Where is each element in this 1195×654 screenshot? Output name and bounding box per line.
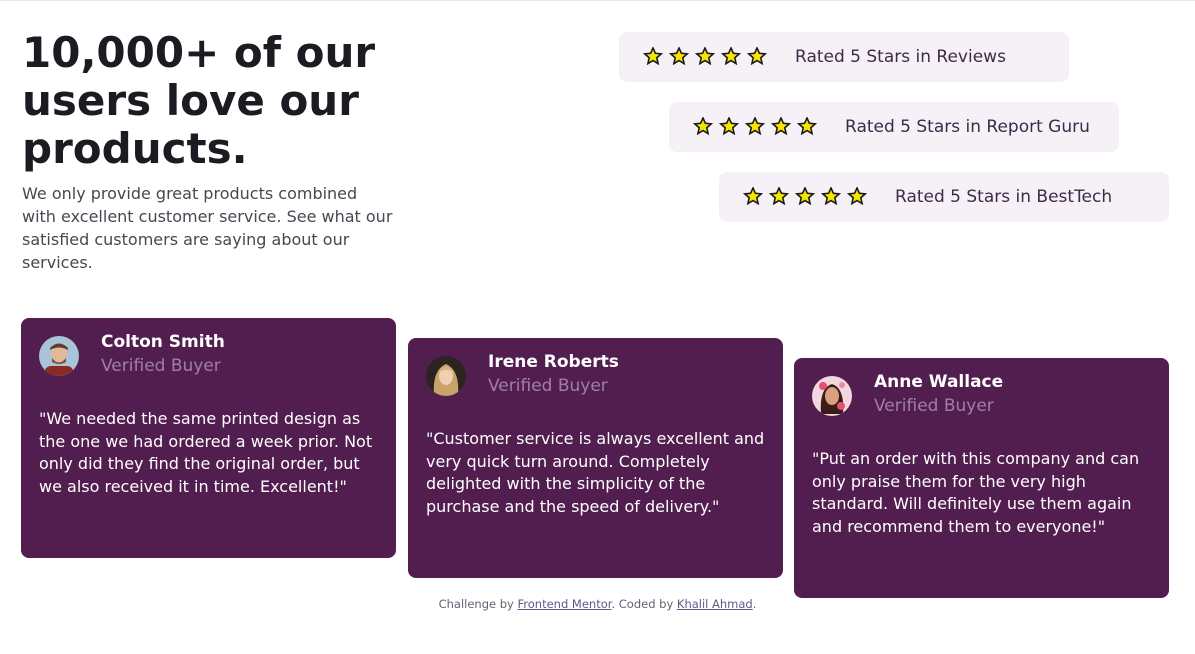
reviewer-name: Irene Roberts <box>488 352 619 372</box>
star-icon <box>795 187 815 206</box>
star-icon <box>797 117 817 136</box>
star-rating <box>643 47 771 67</box>
user-avatar-icon <box>812 376 852 416</box>
page-title: 10,000+ of our users love our products. <box>22 28 376 173</box>
attribution-middle: . Coded by <box>611 597 677 611</box>
reviewer-role: Verified Buyer <box>488 376 608 396</box>
star-icon <box>747 47 767 66</box>
rating-besttech: Rated 5 Stars in BestTech <box>719 172 1169 222</box>
reviewer-name: Colton Smith <box>101 332 225 352</box>
rating-label: Rated 5 Stars in Report Guru <box>845 117 1090 137</box>
user-avatar-icon <box>426 356 466 396</box>
attribution-prefix: Challenge by <box>438 597 518 611</box>
avatar <box>812 376 852 416</box>
attribution-suffix: . <box>752 597 757 611</box>
star-icon <box>669 47 689 66</box>
rating-label: Rated 5 Stars in Reviews <box>795 47 1006 67</box>
star-rating <box>743 187 871 207</box>
testimonial-card-anne: Anne Wallace Verified Buyer "Put an orde… <box>794 358 1169 598</box>
reviewer-role: Verified Buyer <box>101 356 221 376</box>
testimonial-card-irene: Irene Roberts Verified Buyer "Customer s… <box>408 338 783 578</box>
frontend-mentor-link[interactable]: Frontend Mentor <box>518 597 612 611</box>
author-link[interactable]: Khalil Ahmad <box>677 597 753 611</box>
star-icon <box>847 187 867 206</box>
reviewer-role: Verified Buyer <box>874 396 994 416</box>
star-icon <box>721 47 741 66</box>
avatar <box>426 356 466 396</box>
testimonial-quote: "We needed the same printed design as th… <box>39 409 373 496</box>
user-avatar-icon <box>39 336 79 376</box>
star-icon <box>769 187 789 206</box>
star-icon <box>643 47 663 66</box>
rating-label: Rated 5 Stars in BestTech <box>895 187 1113 207</box>
rating-reviews: Rated 5 Stars in Reviews <box>619 32 1069 82</box>
star-icon <box>695 47 715 66</box>
rating-report-guru: Rated 5 Stars in Report Guru <box>669 102 1119 152</box>
star-icon <box>745 117 765 136</box>
testimonial-quote: "Put an order with this company and can … <box>812 449 1140 536</box>
testimonial-quote: "Customer service is always excellent an… <box>426 429 765 516</box>
testimonial-card-colton: Colton Smith Verified Buyer "We needed t… <box>21 318 396 558</box>
star-rating <box>693 117 821 137</box>
intro-text: We only provide great products combined … <box>22 184 393 272</box>
attribution: Challenge by Frontend Mentor. Coded by K… <box>0 597 1195 611</box>
reviewer-name: Anne Wallace <box>874 372 1004 392</box>
star-icon <box>821 187 841 206</box>
star-icon <box>693 117 713 136</box>
star-icon <box>771 117 791 136</box>
avatar <box>39 336 79 376</box>
star-icon <box>743 187 763 206</box>
star-icon <box>719 117 739 136</box>
